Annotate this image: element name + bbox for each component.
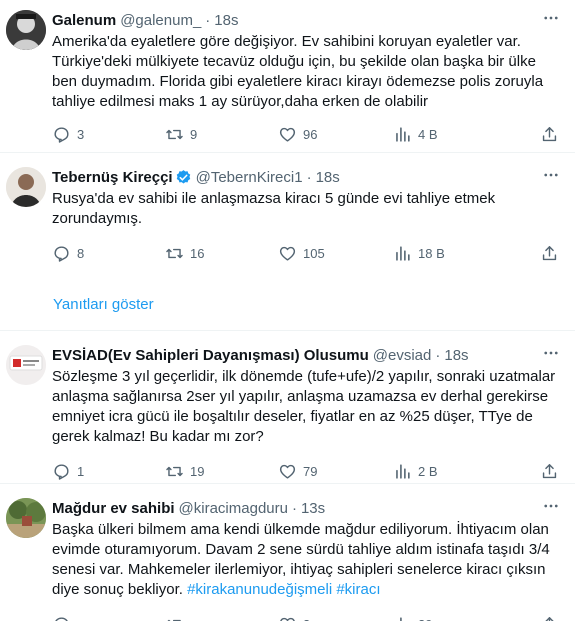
retweet-icon: [166, 466, 183, 476]
reply-count: 3: [77, 126, 85, 142]
verified-icon: [176, 169, 190, 184]
like-count: 96: [303, 126, 318, 142]
like-icon: [279, 464, 296, 479]
share-icon: [545, 616, 554, 621]
like-count: 105: [303, 245, 325, 261]
reply-button[interactable]: 1: [52, 462, 165, 481]
share-icon: [542, 463, 557, 478]
share-button[interactable]: [540, 615, 559, 621]
views-icon: [396, 245, 410, 261]
avatar[interactable]: [6, 498, 46, 538]
like-count: 79: [303, 463, 318, 479]
views-button[interactable]: 18 B: [393, 244, 503, 263]
retweet-count: 16: [190, 245, 205, 261]
user-handle[interactable]: @TebernKireci1: [196, 169, 303, 186]
tweet-evsiad[interactable]: EVSİAD(Ev Sahipleri Dayanışması) Olusumu…: [0, 331, 575, 483]
like-button[interactable]: 3: [278, 615, 393, 621]
separator-dot: ·: [435, 346, 441, 364]
views-count: 29: [418, 617, 432, 621]
timestamp[interactable]: 13s: [301, 500, 325, 517]
more-icon[interactable]: [541, 8, 561, 28]
retweet-icon: [166, 129, 183, 139]
avatar[interactable]: [6, 345, 46, 385]
retweet-button[interactable]: 9: [165, 125, 278, 144]
reply-button[interactable]: 3: [52, 125, 165, 144]
tweet-text: Amerika'da eyaletlere göre değişiyor. Ev…: [52, 33, 548, 110]
display-name[interactable]: Mağdur ev sahibi: [52, 500, 175, 517]
retweet-button[interactable]: 19: [165, 462, 278, 481]
display-name[interactable]: Galenum: [52, 12, 116, 29]
avatar[interactable]: [6, 10, 46, 50]
reply-icon: [54, 126, 69, 143]
reply-icon: [54, 245, 69, 262]
views-icon: [400, 616, 406, 621]
more-icon[interactable]: [541, 343, 561, 363]
views-icon: [396, 126, 410, 142]
share-button[interactable]: [540, 125, 559, 144]
like-icon: [279, 246, 296, 261]
more-icon[interactable]: [541, 165, 561, 185]
timestamp[interactable]: 18s: [214, 12, 238, 29]
separator-dot: ·: [205, 11, 211, 29]
views-button[interactable]: 29: [393, 615, 503, 621]
like-button[interactable]: 105: [278, 244, 393, 263]
views-count: 4 B: [418, 126, 438, 142]
like-button[interactable]: 96: [278, 125, 393, 144]
separator-dot: ·: [306, 168, 312, 186]
retweet-icon: [166, 619, 181, 621]
share-button[interactable]: [540, 244, 559, 263]
show-replies-link[interactable]: Yanıtları göster: [0, 278, 575, 330]
views-button[interactable]: 2 B: [393, 462, 503, 481]
reply-button[interactable]: [52, 615, 165, 621]
retweet-button[interactable]: 16: [165, 244, 278, 263]
tweet-text: Sözleşme 3 yıl geçerlidir, ilk dönemde (…: [52, 368, 560, 445]
tweet-magdur[interactable]: Mağdur ev sahibi @kiracimagduru · 13s Ba…: [0, 484, 575, 621]
tweet-tebernus[interactable]: Tebernüş Kireççi @TebernKireci1 · 18s Ru…: [0, 153, 575, 278]
retweet-button[interactable]: [165, 615, 278, 621]
tweet-text: Başka ülkeri bilmem ama kendi ülkemde ma…: [52, 520, 563, 600]
like-icon: [280, 617, 295, 621]
hashtag-link[interactable]: #kirakanunudeğişmeli #kiracı: [187, 581, 380, 598]
retweet-count: 19: [190, 463, 205, 479]
reply-count: 1: [77, 463, 85, 479]
reply-icon: [54, 463, 69, 480]
views-count: 18 B: [418, 245, 445, 261]
like-count: 3: [303, 617, 310, 621]
more-icon[interactable]: [541, 496, 561, 516]
views-button[interactable]: 4 B: [393, 125, 503, 144]
views-count: 2 B: [418, 463, 438, 479]
tweet-galenum[interactable]: Galenum @galenum_ · 18s Amerika'da eyale…: [0, 0, 575, 152]
separator-dot: ·: [291, 499, 297, 517]
reply-count: 8: [77, 245, 85, 261]
views-icon: [396, 463, 410, 479]
timestamp[interactable]: 18s: [316, 169, 340, 186]
share-icon: [542, 245, 557, 260]
timestamp[interactable]: 18s: [444, 347, 468, 364]
retweet-icon: [166, 248, 183, 258]
user-handle[interactable]: @galenum_: [120, 12, 201, 29]
retweet-count: 9: [190, 126, 198, 142]
user-handle[interactable]: @kiracimagduru: [179, 500, 288, 517]
share-button[interactable]: [540, 462, 559, 481]
tweet-text: Rusya'da ev sahibi ile anlaşmazsa kiracı…: [52, 190, 500, 227]
user-handle[interactable]: @evsiad: [373, 347, 432, 364]
share-icon: [542, 126, 557, 141]
like-icon: [279, 127, 296, 142]
avatar[interactable]: [6, 167, 46, 207]
display-name[interactable]: EVSİAD(Ev Sahipleri Dayanışması) Olusumu: [52, 347, 369, 364]
reply-icon: [55, 616, 69, 621]
like-button[interactable]: 79: [278, 462, 393, 481]
reply-button[interactable]: 8: [52, 244, 165, 263]
display-name[interactable]: Tebernüş Kireççi: [52, 169, 173, 186]
